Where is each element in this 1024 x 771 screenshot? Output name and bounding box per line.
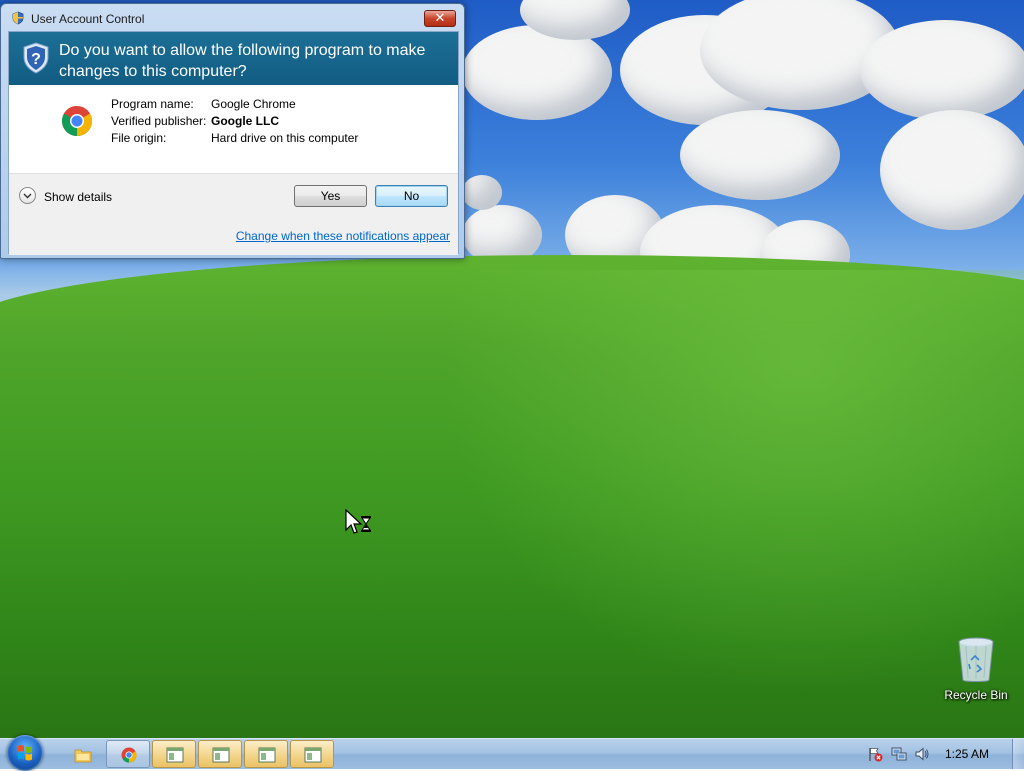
uac-dialog: User Account Control ✕ ? Do you want to … (0, 3, 465, 259)
folder-icon (74, 749, 92, 763)
question-shield-icon: ? (23, 42, 49, 74)
chevron-down-icon (19, 187, 36, 204)
cloud (680, 110, 840, 200)
taskbar-explorer[interactable] (60, 740, 104, 768)
window-icon (212, 747, 230, 763)
clock[interactable]: 1:25 AM (945, 747, 989, 761)
volume-icon[interactable] (914, 746, 930, 762)
busy-cursor-icon (345, 509, 371, 534)
uac-banner: ? Do you want to allow the following pro… (9, 32, 458, 85)
hill-highlight (380, 270, 1024, 738)
svg-text:?: ? (31, 51, 41, 68)
cloud (860, 20, 1024, 120)
uac-question: Do you want to allow the following progr… (59, 42, 426, 80)
origin-value: Hard drive on this computer (211, 131, 359, 145)
close-icon: ✕ (434, 10, 446, 25)
taskbar-window-4[interactable] (290, 740, 334, 768)
uac-actions: Show details Yes No (9, 173, 458, 216)
program-name-value: Google Chrome (211, 97, 296, 111)
no-button[interactable]: No (375, 185, 448, 207)
chrome-icon (61, 106, 93, 137)
chrome-icon (121, 747, 137, 763)
close-button[interactable]: ✕ (424, 10, 456, 27)
cloud (880, 110, 1024, 230)
uac-titlebar[interactable]: User Account Control ✕ (1, 4, 464, 30)
recycle-bin[interactable]: Recycle Bin (940, 636, 1012, 706)
cloud (462, 175, 502, 210)
yes-button[interactable]: Yes (294, 185, 367, 207)
publisher-label: Verified publisher: (111, 114, 207, 128)
uac-window-title: User Account Control (31, 12, 145, 26)
uac-shield-small-icon (12, 11, 24, 25)
taskbar-chrome[interactable] (106, 740, 150, 768)
network-icon[interactable] (891, 746, 907, 762)
taskbar: 1:25 AM (0, 735, 1024, 771)
action-center-flag-icon[interactable] (867, 746, 883, 762)
window-icon (166, 747, 184, 763)
window-icon (258, 747, 276, 763)
taskbar-window-1[interactable] (152, 740, 196, 768)
publisher-value: Google LLC (211, 114, 279, 128)
taskbar-window-3[interactable] (244, 740, 288, 768)
taskbar-window-2[interactable] (198, 740, 242, 768)
program-info: Program name: Google Chrome Verified pub… (9, 85, 458, 173)
uac-content: ? Do you want to allow the following pro… (8, 31, 459, 255)
show-details-label: Show details (44, 190, 113, 204)
recycle-bin-icon (958, 637, 994, 682)
windows-logo-icon (18, 745, 32, 761)
recycle-bin-label: Recycle Bin (944, 688, 1008, 702)
window-icon (304, 747, 322, 763)
program-name-label: Program name: (111, 97, 194, 111)
uac-footer: Change when these notifications appear (9, 215, 458, 255)
start-button[interactable] (7, 735, 43, 771)
cloud (462, 25, 612, 120)
change-notifications-link[interactable]: Change when these notifications appear (236, 229, 450, 243)
origin-label: File origin: (111, 131, 167, 145)
show-desktop-button[interactable] (1012, 739, 1024, 769)
